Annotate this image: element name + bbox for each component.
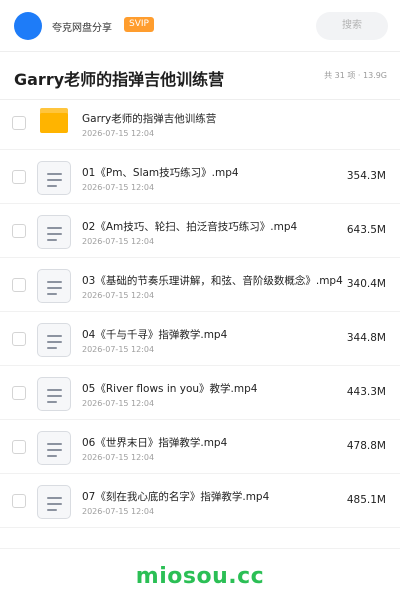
file-size: 643.5M	[346, 224, 386, 236]
row-checkbox[interactable]	[12, 494, 26, 508]
file-row[interactable]: 05《River flows in you》教学.mp4 2026-07-15 1…	[0, 366, 400, 420]
file-row[interactable]: 07《刻在我心底的名字》指弹教学.mp4 2026-07-15 12:04 485.…	[0, 474, 400, 528]
file-size: 344.8M	[346, 332, 386, 344]
file-name: 06《世界末日》指弹教学.mp4	[82, 437, 228, 449]
file-size: 443.3M	[346, 386, 386, 398]
file-row[interactable]: 06《世界末日》指弹教学.mp4 2026-07-15 12:04 478.8M	[0, 420, 400, 474]
svip-badge: SVIP	[124, 17, 154, 32]
file-size: 485.1M	[346, 494, 386, 506]
footer: miosou.cc	[0, 548, 400, 600]
file-size: 354.3M	[346, 170, 386, 182]
video-file-icon	[37, 161, 71, 195]
file-date: 2026-07-15 12:04	[82, 453, 155, 462]
video-file-icon	[37, 323, 71, 357]
file-name: 05《River flows in you》教学.mp4	[82, 383, 258, 395]
watermark: miosou.cc	[135, 564, 265, 589]
page-title: Garry老师的指弹吉他训练营	[14, 70, 225, 89]
video-file-icon	[37, 215, 71, 249]
file-name: 01《Pm、Slam技巧练习》.mp4	[82, 167, 239, 179]
folder-row[interactable]: Garry老师的指弹吉他训练营 2026-07-15 12:04	[0, 96, 400, 150]
file-size: 340.4M	[346, 278, 386, 290]
file-date: 2026-07-15 12:04	[82, 507, 155, 516]
file-list: Garry老师的指弹吉他训练营 2026-07-15 12:04 01《Pm、Sla…	[0, 96, 400, 528]
top-bar: 夸克网盘分享 SVIP 搜索	[0, 0, 400, 52]
file-date: 2026-07-15 12:04	[82, 237, 155, 246]
folder-header: Garry老师的指弹吉他训练营 共 31 项 · 13.9G	[0, 52, 400, 100]
avatar[interactable]	[14, 12, 42, 40]
file-date: 2026-07-15 12:04	[82, 399, 155, 408]
row-checkbox[interactable]	[12, 332, 26, 346]
video-file-icon	[37, 269, 71, 303]
video-file-icon	[37, 431, 71, 465]
file-date: 2026-07-15 12:04	[82, 345, 155, 354]
file-name: 07《刻在我心底的名字》指弹教学.mp4	[82, 491, 270, 503]
row-checkbox[interactable]	[12, 116, 26, 130]
file-name: 04《千与千寻》指弹教学.mp4	[82, 329, 228, 341]
file-row[interactable]: 01《Pm、Slam技巧练习》.mp4 2026-07-15 12:04 354.3…	[0, 150, 400, 204]
file-name: 02《Am技巧、轮扫、拍泛音技巧练习》.mp4	[82, 221, 298, 233]
row-checkbox[interactable]	[12, 386, 26, 400]
search-button[interactable]: 搜索	[316, 12, 388, 40]
folder-summary: 共 31 项 · 13.9G	[324, 71, 387, 80]
file-name: 03《基础的节奏乐理讲解，和弦、音阶级数概念》.mp4	[82, 275, 343, 287]
file-date: 2026-07-15 12:04	[82, 183, 155, 192]
folder-icon	[40, 108, 68, 133]
file-row[interactable]: 02《Am技巧、轮扫、拍泛音技巧练习》.mp4 2026-07-15 12:04 6…	[0, 204, 400, 258]
file-name: Garry老师的指弹吉他训练营	[82, 113, 217, 125]
file-row[interactable]: 04《千与千寻》指弹教学.mp4 2026-07-15 12:04 344.8M	[0, 312, 400, 366]
row-checkbox[interactable]	[12, 440, 26, 454]
brand-name: 夸克网盘分享	[52, 23, 112, 34]
video-file-icon	[37, 377, 71, 411]
video-file-icon	[37, 485, 71, 519]
file-size: 478.8M	[346, 440, 386, 452]
row-checkbox[interactable]	[12, 278, 26, 292]
file-date: 2026-07-15 12:04	[82, 291, 155, 300]
row-checkbox[interactable]	[12, 224, 26, 238]
file-row[interactable]: 03《基础的节奏乐理讲解，和弦、音阶级数概念》.mp4 2026-07-15 12…	[0, 258, 400, 312]
row-checkbox[interactable]	[12, 170, 26, 184]
file-date: 2026-07-15 12:04	[82, 129, 155, 138]
